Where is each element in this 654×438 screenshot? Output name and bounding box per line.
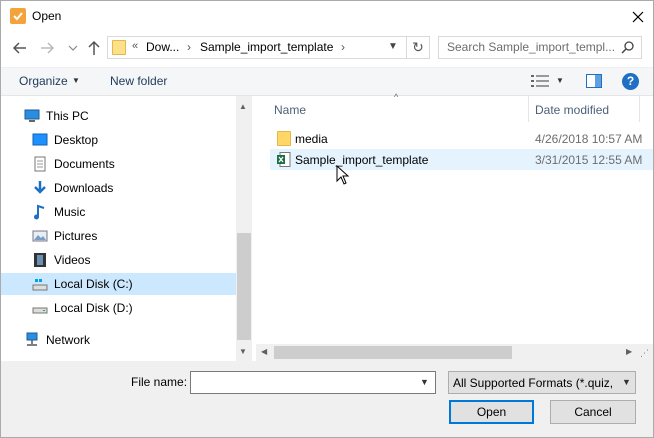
file-type-select[interactable]: All Supported Formats (*.quiz, * ▼: [448, 371, 636, 394]
file-name-input[interactable]: [195, 375, 415, 389]
drive-d-icon: [32, 300, 48, 316]
refresh-button[interactable]: ↻: [407, 36, 430, 59]
nav-item-downloads[interactable]: Downloads: [0, 177, 236, 199]
nav-item-label: Local Disk (C:): [54, 277, 133, 291]
nav-item-this-pc[interactable]: This PC: [0, 105, 236, 127]
back-button[interactable]: [10, 38, 30, 58]
cancel-button[interactable]: Cancel: [550, 400, 636, 424]
view-details-icon[interactable]: [531, 75, 549, 90]
nav-item-label: Videos: [54, 253, 91, 267]
caret-down-icon[interactable]: ▼: [72, 76, 80, 85]
desktop-icon: [32, 132, 48, 148]
file-row-sample-import-template[interactable]: Sample_import_template 3/31/2015 12:55 A…: [270, 149, 654, 170]
arrow-up-icon: [88, 40, 100, 55]
network-icon: [24, 332, 40, 348]
documents-icon: [32, 156, 48, 172]
nav-item-label: Network: [46, 333, 91, 347]
overflow-chevron[interactable]: «: [132, 40, 138, 52]
nav-item-label: Documents: [54, 157, 115, 171]
nav-item-documents[interactable]: Documents: [0, 153, 236, 175]
column-divider[interactable]: [528, 96, 529, 122]
breadcrumb-segment[interactable]: Sample_import_template: [200, 40, 333, 54]
chevron-down-icon[interactable]: ▼: [388, 41, 398, 52]
column-header-name[interactable]: Name: [274, 103, 306, 117]
folder-icon: [277, 131, 291, 146]
search-input[interactable]: [447, 40, 622, 54]
column-header-date[interactable]: Date modified: [535, 103, 609, 117]
file-type-value: All Supported Formats (*.quiz, *: [453, 376, 615, 390]
close-button[interactable]: [621, 1, 654, 32]
sort-ascending-icon: ^: [394, 92, 399, 102]
nav-scrollbar[interactable]: ▲ ▼: [236, 96, 252, 361]
scroll-down-icon[interactable]: ▼: [239, 347, 247, 356]
drive-c-icon: [32, 276, 48, 292]
scroll-thumb[interactable]: [237, 233, 251, 340]
file-list: ^ Name Date modified media 4/26/2018 10:…: [256, 92, 654, 361]
nav-item-local-disk-c[interactable]: Local Disk (C:): [0, 273, 236, 295]
scroll-thumb[interactable]: [274, 346, 512, 359]
app-icon: [10, 8, 26, 24]
nav-item-label: Local Disk (D:): [54, 301, 133, 315]
scroll-right-icon[interactable]: ▶: [626, 347, 632, 356]
excel-file-icon: [277, 152, 291, 167]
nav-item-desktop[interactable]: Desktop: [0, 129, 236, 151]
file-date: 4/26/2018 10:57 AM: [535, 132, 643, 146]
breadcrumb-separator[interactable]: ›: [341, 40, 345, 54]
window-title: Open: [32, 9, 62, 23]
file-date: 3/31/2015 12:55 AM: [535, 153, 643, 167]
nav-item-videos[interactable]: Videos: [0, 249, 236, 271]
music-icon: [32, 204, 48, 220]
close-icon: [632, 11, 644, 22]
nav-item-label: This PC: [46, 109, 89, 123]
recent-locations-button[interactable]: [66, 40, 80, 56]
resize-grip-icon[interactable]: ⋰: [640, 348, 649, 359]
preview-pane-icon[interactable]: [586, 74, 602, 88]
file-name: Sample_import_template: [295, 153, 429, 167]
breadcrumb-segment[interactable]: Dow...: [146, 40, 179, 54]
videos-icon: [32, 252, 48, 268]
address-bar[interactable]: « Dow... › Sample_import_template › ▼: [107, 36, 407, 59]
pictures-icon: [32, 228, 48, 244]
arrow-right-icon: [41, 42, 55, 54]
help-icon[interactable]: ?: [622, 73, 639, 90]
file-name: media: [295, 132, 328, 146]
breadcrumb-separator[interactable]: ›: [187, 40, 191, 54]
horizontal-scrollbar[interactable]: ◀ ▶: [256, 344, 654, 361]
chevron-down-icon: [68, 45, 78, 51]
nav-item-label: Desktop: [54, 133, 99, 147]
organize-button[interactable]: Organize: [19, 74, 68, 88]
file-name-label: File name:: [131, 375, 188, 389]
mouse-cursor-icon: [336, 164, 350, 188]
folder-icon: [112, 40, 126, 55]
nav-item-network[interactable]: Network: [0, 329, 236, 351]
nav-item-pictures[interactable]: Pictures: [0, 225, 236, 247]
file-row-media[interactable]: media 4/26/2018 10:57 AM: [270, 128, 654, 149]
navigation-pane: This PC Desktop Documents Downloads Musi…: [0, 96, 252, 361]
scroll-up-icon[interactable]: ▲: [239, 102, 247, 111]
nav-item-local-disk-d[interactable]: Local Disk (D:): [0, 297, 236, 319]
chevron-down-icon[interactable]: ▼: [420, 377, 429, 387]
scroll-left-icon[interactable]: ◀: [261, 347, 267, 356]
computer-icon: [24, 108, 40, 124]
downloads-icon: [32, 180, 48, 196]
caret-down-icon[interactable]: ▼: [556, 76, 564, 85]
search-icon[interactable]: [621, 40, 635, 57]
open-button[interactable]: Open: [449, 400, 534, 424]
chevron-down-icon[interactable]: ▼: [622, 377, 631, 387]
up-button[interactable]: [84, 38, 104, 58]
title-bar: Open: [0, 0, 654, 31]
file-name-combobox[interactable]: ▼: [190, 371, 436, 394]
nav-item-label: Music: [54, 205, 86, 219]
nav-item-music[interactable]: Music: [0, 201, 236, 223]
arrow-left-icon: [12, 42, 26, 54]
search-box[interactable]: [438, 36, 642, 59]
nav-item-label: Downloads: [54, 181, 114, 195]
column-divider[interactable]: [639, 96, 640, 122]
dialog-footer: File name: ▼ All Supported Formats (*.qu…: [0, 361, 654, 438]
forward-button[interactable]: [37, 38, 57, 58]
command-bar: Organize ▼ New folder ▼ ?: [0, 67, 654, 96]
new-folder-button[interactable]: New folder: [110, 74, 167, 88]
nav-item-label: Pictures: [54, 229, 98, 243]
refresh-icon: ↻: [412, 39, 424, 55]
